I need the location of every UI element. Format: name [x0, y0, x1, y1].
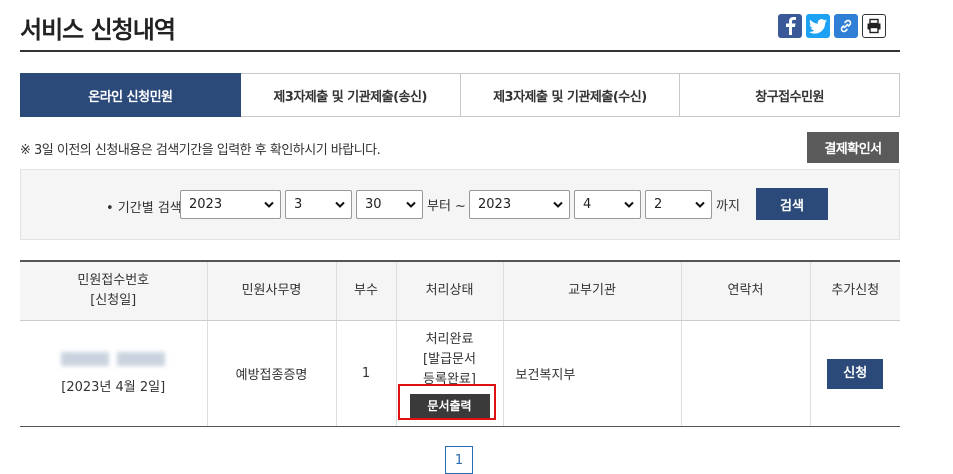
receipt-number-header: 민원접수번호 [신청일] [20, 260, 207, 321]
from-day-value: 30 [365, 197, 382, 212]
redacted-receipt-number [61, 352, 166, 366]
issuing-agency-cell: 보건복지부 [502, 320, 681, 427]
from-year-select[interactable]: 2023 [180, 190, 281, 219]
link-icon[interactable] [834, 14, 858, 38]
page-number-current[interactable]: 1 [445, 446, 473, 474]
chevron-down-icon [624, 201, 634, 208]
status-detail-1: [발급문서 [423, 351, 476, 367]
copies-header: 부수 [335, 260, 396, 321]
tab-third-party-sent[interactable]: 제3자제출 및 기관제출(송신) [240, 73, 461, 117]
table-header-row: 민원접수번호 [신청일] 민원사무명 부수 처리상태 교부기관 연락처 추가신청 [20, 260, 900, 321]
period-search-panel: • 기간별 검색 2023 3 30 부터 ~ 2023 4 2 까지 검색 [20, 169, 900, 240]
issuing-agency-header: 교부기관 [502, 260, 681, 321]
additional-request-header: 추가신청 [809, 260, 900, 321]
contact-cell [680, 320, 810, 427]
status-text: 처리완료 [425, 331, 474, 347]
search-button[interactable]: 검색 [756, 188, 828, 220]
chevron-down-icon [264, 201, 274, 208]
twitter-icon[interactable] [806, 14, 830, 38]
apply-cell: 신청 [809, 320, 900, 427]
search-notice: ※ 3일 이전의 신청내용은 검색기간을 입력한 후 확인하시기 바랍니다. [20, 143, 381, 158]
chevron-down-icon [335, 201, 345, 208]
receipt-date: [2023년 4월 2일] [61, 380, 166, 395]
to-year-value: 2023 [478, 197, 512, 212]
contact-header: 연락처 [680, 260, 810, 321]
from-suffix-label: 부터 ~ [427, 199, 466, 214]
chevron-down-icon [695, 201, 705, 208]
facebook-icon[interactable] [778, 14, 802, 38]
from-year-value: 2023 [189, 197, 223, 212]
period-search-label: • 기간별 검색 [106, 201, 182, 216]
title-divider [20, 50, 900, 52]
to-year-select[interactable]: 2023 [469, 190, 570, 219]
to-month-value: 4 [583, 197, 592, 212]
highlight-box [398, 384, 496, 420]
from-month-value: 3 [294, 197, 303, 212]
tab-online-application[interactable]: 온라인 신청민원 [20, 73, 241, 117]
chevron-down-icon [406, 201, 416, 208]
print-icon[interactable] [862, 14, 886, 38]
receipt-date-label: [신청일] [90, 293, 137, 308]
share-toolbar [778, 14, 886, 38]
page-title: 서비스 신청내역 [20, 16, 176, 44]
to-day-select[interactable]: 2 [645, 190, 712, 219]
chevron-down-icon [553, 201, 563, 208]
service-name-cell: 예방접종증명 [206, 320, 336, 427]
service-tabs: 온라인 신청민원 제3자제출 및 기관제출(송신) 제3자제출 및 기관제출(수… [20, 73, 900, 117]
copies-cell: 1 [335, 320, 396, 427]
payment-confirmation-button[interactable]: 결제확인서 [807, 132, 899, 163]
to-day-value: 2 [654, 197, 663, 212]
tab-third-party-received[interactable]: 제3자제출 및 기관제출(수신) [460, 73, 681, 117]
service-name-header: 민원사무명 [206, 260, 336, 321]
from-day-select[interactable]: 30 [356, 190, 423, 219]
from-month-select[interactable]: 3 [285, 190, 352, 219]
status-header: 처리상태 [395, 260, 503, 321]
receipt-cell: [2023년 4월 2일] [20, 320, 207, 427]
apply-button[interactable]: 신청 [827, 358, 884, 389]
to-month-select[interactable]: 4 [574, 190, 641, 219]
to-suffix-label: 까지 [716, 199, 740, 214]
receipt-number-label: 민원접수번호 [77, 273, 150, 288]
tab-counter-application[interactable]: 창구접수민원 [680, 73, 900, 117]
